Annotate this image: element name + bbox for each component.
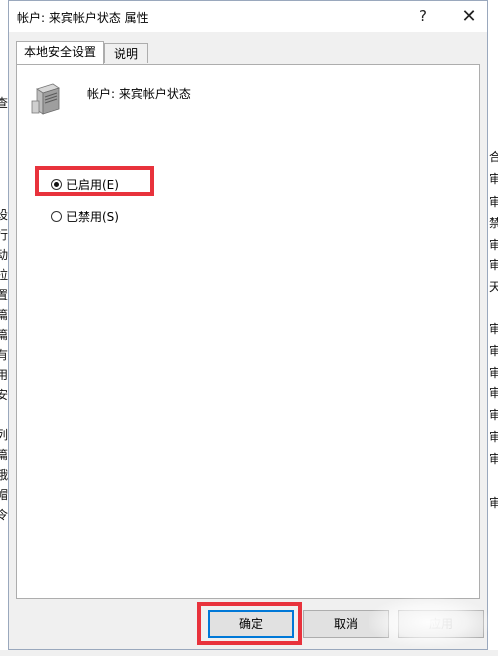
- bg-text-fragment: 哦: [0, 468, 9, 482]
- close-button[interactable]: ✕: [449, 1, 489, 32]
- bg-text-fragment: 审: [489, 366, 498, 380]
- bg-text-fragment: 用: [0, 368, 9, 382]
- bg-text-fragment: 审: [489, 344, 498, 358]
- bg-text-fragment: 篇: [0, 448, 9, 462]
- bg-text-fragment: 帽: [0, 488, 9, 502]
- bg-text-fragment: 合: [489, 150, 498, 164]
- bg-text-fragment: 拉: [0, 268, 9, 282]
- bg-text-fragment: 安: [0, 388, 9, 402]
- bg-text-fragment: 篇: [0, 308, 9, 322]
- bg-text-fragment: 审: [489, 322, 498, 336]
- disabled-option[interactable]: 已禁用(S): [51, 207, 119, 225]
- bg-text-fragment: 列: [0, 428, 9, 442]
- tab-panel: 帐户: 来宾帐户状态 已启用(E) 已禁用(S): [16, 64, 480, 599]
- bg-text-fragment: 审: [489, 258, 498, 272]
- background-window-bottom: [0, 650, 498, 656]
- watermark-glare: [369, 597, 489, 647]
- bg-text-fragment: 行: [0, 228, 9, 242]
- tab-explain[interactable]: 说明: [104, 43, 148, 63]
- policy-name: 帐户: 来宾帐户状态: [87, 87, 191, 101]
- bg-text-fragment: 审: [489, 195, 498, 209]
- bg-text-fragment: 审: [489, 386, 498, 400]
- bg-text-fragment: 有: [0, 348, 9, 362]
- bg-text-fragment: 查: [0, 96, 9, 110]
- bg-text-fragment: 令: [0, 508, 9, 522]
- bg-text-fragment: 审: [489, 238, 498, 252]
- enabled-highlight-box: [35, 166, 154, 196]
- bg-text-fragment: 设: [0, 208, 9, 222]
- ok-highlight-box: [197, 602, 302, 645]
- bg-text-fragment: 审: [489, 408, 498, 422]
- help-button[interactable]: ?: [403, 1, 443, 32]
- disabled-label[interactable]: 已禁用(S): [66, 208, 119, 225]
- bg-text-fragment: 天: [489, 280, 498, 294]
- bg-text-fragment: 审: [489, 496, 498, 510]
- bg-text-fragment: 审: [489, 172, 498, 186]
- bg-text-fragment: 审: [489, 452, 498, 466]
- bg-text-fragment: 禁: [489, 216, 498, 230]
- bg-text-fragment: 审: [489, 430, 498, 444]
- bg-text-fragment: 篇: [0, 328, 9, 342]
- bg-text-fragment: 置: [0, 288, 9, 302]
- bg-text-fragment: 动: [0, 248, 9, 262]
- window-title: 帐户: 来宾帐户状态 属性: [17, 11, 149, 25]
- title-bar[interactable]: 帐户: 来宾帐户状态 属性 ? ✕: [9, 1, 487, 32]
- tab-local-security-setting[interactable]: 本地安全设置: [16, 41, 104, 64]
- disabled-radio[interactable]: [51, 210, 62, 222]
- server-icon: [31, 83, 60, 115]
- properties-dialog: 帐户: 来宾帐户状态 属性 ? ✕ 本地安全设置 说明 帐户: 来宾帐户状态 已…: [8, 0, 489, 650]
